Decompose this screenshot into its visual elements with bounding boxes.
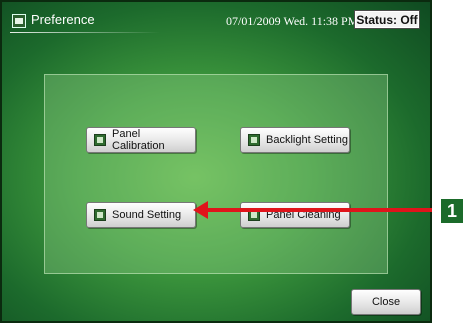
panel-cleaning-button[interactable]: Panel Cleaning (240, 202, 350, 228)
sound-setting-button[interactable]: Sound Setting (86, 202, 196, 228)
callout-arrowhead-icon (193, 201, 208, 219)
panel-calibration-label: Panel Calibration (112, 128, 165, 152)
title-bar: Preference 07/01/2009 Wed. 11:38 PM Stat… (2, 2, 430, 40)
backlight-setting-button[interactable]: Backlight Setting (240, 127, 350, 153)
callout-number-badge: 1 (441, 199, 463, 223)
calibration-icon (94, 134, 106, 146)
preference-icon (12, 14, 26, 28)
datetime-display: 07/01/2009 Wed. 11:38 PM (226, 14, 359, 28)
title-underline (10, 32, 160, 33)
callout-arrow-line (206, 208, 432, 212)
speaker-icon (94, 209, 106, 221)
preference-screen: Preference 07/01/2009 Wed. 11:38 PM Stat… (0, 0, 432, 323)
close-button[interactable]: Close (351, 289, 421, 315)
sound-setting-label: Sound Setting (112, 209, 182, 221)
panel-calibration-button[interactable]: Panel Calibration (86, 127, 196, 153)
backlight-icon (248, 134, 260, 146)
backlight-setting-label: Backlight Setting (266, 134, 348, 146)
status-indicator: Status: Off (354, 10, 420, 29)
settings-panel (44, 74, 388, 274)
window-title: Preference (31, 12, 95, 27)
